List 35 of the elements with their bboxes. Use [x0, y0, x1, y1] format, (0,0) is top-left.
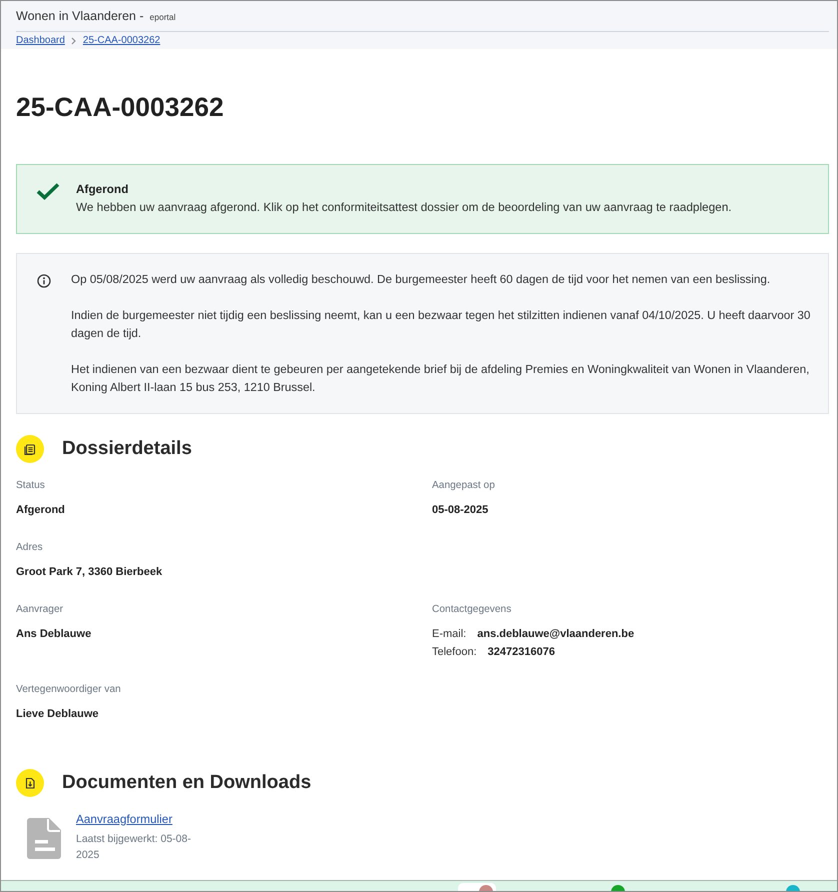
- info-paragraph: Op 05/08/2025 werd uw aanvraag als volledig beschouwd. De burgemeester heeft 60 dagen de tijd voor het nemen van een beslissing.: [71, 272, 772, 288]
- document-link[interactable]: Aanvraagformulier: [76, 811, 198, 827]
- info-icon: [37, 274, 51, 288]
- field-label: Contactgegevens: [432, 603, 512, 617]
- info-paragraph: Het indienen van een bezwaar dient te gebeuren per aangetekende brief bij de afdeling Premies en Woningkwaliteit van Wonen in Vlaanderen, Koning Albert II-laan 15 bus 253, 1210 Brussel.: [71, 362, 810, 396]
- contact-value: 32472316076: [488, 645, 555, 660]
- contact-label: E-mail:: [432, 627, 466, 642]
- section-heading: Dossierdetails: [62, 437, 192, 461]
- document-updated: Laatst bijgewerkt: 05-08-2025: [76, 832, 192, 863]
- site-title: Wonen in Vlaanderen -: [16, 9, 144, 23]
- field-label: Status: [16, 479, 46, 493]
- field-label: Adres: [16, 541, 44, 555]
- field-label: Vertegenwoordiger van: [16, 683, 122, 697]
- field-value: Ans Deblauwe: [16, 627, 92, 642]
- breadcrumb-link[interactable]: 25-CAA-0003262: [82, 35, 160, 46]
- field-label: Aangepast op: [432, 479, 496, 493]
- field-value: Afgerond: [16, 503, 66, 518]
- alert-title: Afgerond: [76, 181, 130, 198]
- contact-value: ans.deblauwe@vlaanderen.be: [477, 627, 634, 642]
- checkmark-icon: [36, 182, 60, 200]
- alert-message: We hebben uw aanvraag afgerond. Klik op het conformiteitsattest dossier om de beoordeling van uw aanvraag te raadplegen.: [76, 199, 732, 216]
- contact-label: Telefoon:: [432, 645, 477, 660]
- field-value: Groot Park 7, 3360 Bierbeek: [16, 565, 164, 580]
- breadcrumb-link[interactable]: Dashboard: [16, 35, 65, 46]
- chevron-right-icon: [70, 36, 76, 44]
- field-label: Aanvrager: [16, 603, 64, 617]
- field-value: 05-08-2025: [432, 503, 490, 518]
- notes-icon: [16, 435, 44, 463]
- file-download-icon: [16, 769, 44, 797]
- page-title: 25-CAA-0003262: [16, 91, 225, 123]
- file-icon: [27, 818, 61, 859]
- section-heading: Documenten en Downloads: [62, 771, 312, 795]
- site-subtitle: eportal: [150, 12, 176, 22]
- field-value: Lieve Deblauwe: [16, 707, 100, 722]
- info-paragraph: Indien de burgemeester niet tijdig een beslissing neemt, kan u een bezwaar tegen het stilzitten indienen vanaf 04/10/2025. U heeft daarvoor 30 dagen de tijd.: [71, 308, 812, 342]
